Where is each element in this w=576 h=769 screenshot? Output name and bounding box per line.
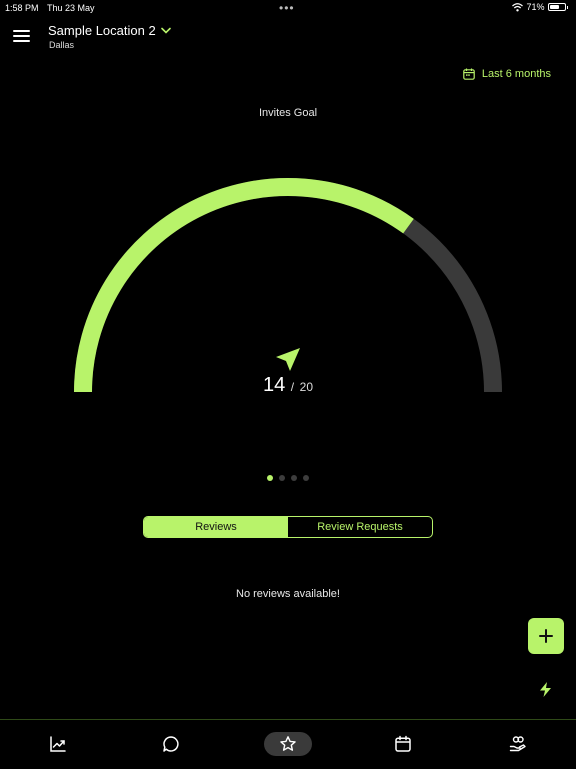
- chat-bubble-icon: [163, 736, 179, 752]
- send-paper-plane-icon: [276, 348, 300, 371]
- tab-reviews-star[interactable]: [264, 732, 312, 756]
- goal-count: 14 / 20: [0, 374, 576, 397]
- page-indicator: [0, 475, 576, 481]
- tab-calendar[interactable]: [379, 732, 427, 756]
- page-dot[interactable]: [267, 475, 273, 481]
- tab-review-requests[interactable]: Review Requests: [288, 517, 432, 537]
- quick-action-button[interactable]: [539, 682, 552, 702]
- reviews-segmented-control: Reviews Review Requests: [143, 516, 433, 538]
- page-dot[interactable]: [279, 475, 285, 481]
- add-button[interactable]: [528, 618, 564, 654]
- tab-reviews[interactable]: Reviews: [144, 517, 288, 537]
- empty-state-message: No reviews available!: [236, 588, 340, 600]
- goal-target: 20: [299, 380, 314, 394]
- page-dot[interactable]: [291, 475, 297, 481]
- goal-current: 14: [262, 374, 286, 396]
- bottom-tab-bar: [0, 719, 576, 769]
- goal-separator: /: [290, 380, 295, 394]
- page-dot[interactable]: [303, 475, 309, 481]
- calendar-icon: [395, 735, 411, 752]
- tab-messages[interactable]: [147, 732, 195, 756]
- plus-icon: [539, 629, 553, 643]
- lightning-bolt-icon: [540, 682, 551, 697]
- analytics-chart-icon: [50, 736, 66, 752]
- tab-referrals[interactable]: [494, 732, 542, 756]
- star-icon: [280, 736, 296, 751]
- tab-analytics[interactable]: [34, 732, 82, 756]
- hand-heart-icon: [509, 736, 526, 752]
